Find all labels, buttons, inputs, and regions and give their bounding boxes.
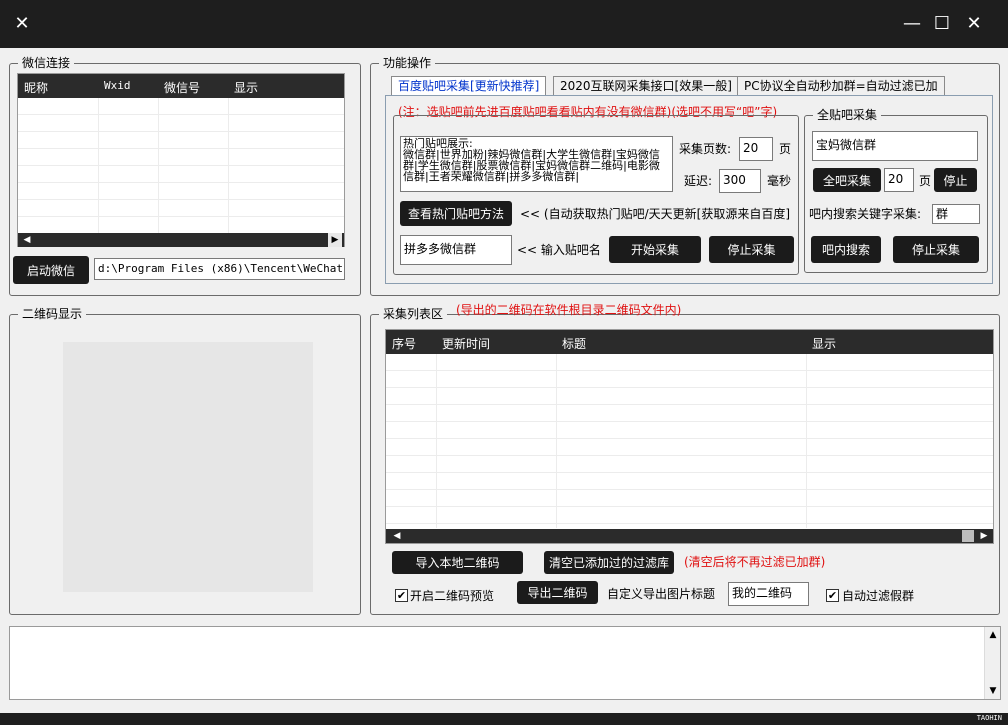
hot-bars-textarea[interactable]: 热门贴吧展示: 微信群|世界加粉|辣妈微信群|大学生微信群|宝妈微信群|学生微信…: [400, 136, 673, 192]
status-bar: TAOHIN: [0, 713, 1008, 725]
export-title-label: 自定义导出图片标题: [607, 587, 716, 601]
scroll-left-icon[interactable]: ◀: [20, 233, 34, 247]
scroll-right-icon[interactable]: ▶: [328, 233, 342, 247]
list-title-note: (导出的二维码在软件根目录二维码文件内): [456, 303, 682, 317]
maximize-icon[interactable]: ☐: [926, 0, 958, 48]
collection-grid-header: 序号 更新时间 标题 显示: [386, 330, 993, 354]
list-group-title: 采集列表区: [379, 307, 448, 321]
start-wechat-button[interactable]: 启动微信: [13, 256, 89, 284]
stop-collect-button[interactable]: 停止采集: [709, 236, 794, 263]
col-update-time: 更新时间: [442, 337, 491, 351]
window-close-icon[interactable]: ✕: [958, 0, 990, 48]
log-vscroll[interactable]: ▲ ▼: [984, 627, 1000, 699]
clear-filter-button[interactable]: 清空已添加过的过滤库: [544, 551, 674, 574]
all-bar-stop-collect-button[interactable]: 停止采集: [893, 236, 979, 263]
all-bar-pages-input[interactable]: 20: [884, 168, 914, 192]
minimize-icon[interactable]: —: [896, 0, 928, 48]
collection-grid-hscroll[interactable]: ◀ ▶: [386, 529, 993, 543]
col-display: 显示: [234, 81, 259, 95]
import-local-qr-button[interactable]: 导入本地二维码: [392, 551, 523, 574]
pages-unit: 页: [779, 142, 792, 156]
close-icon[interactable]: ✕: [6, 0, 38, 48]
scroll-down-icon[interactable]: ▼: [985, 683, 1001, 699]
list-scroll-thumb[interactable]: [962, 530, 974, 542]
scroll-up-icon[interactable]: ▲: [985, 627, 1001, 643]
in-bar-search-button[interactable]: 吧内搜索: [811, 236, 881, 263]
all-bar-collect-button[interactable]: 全吧采集: [813, 168, 881, 192]
wechat-account-grid[interactable]: 昵称 Wxid 微信号 显示 ◀ ▶: [17, 73, 345, 247]
log-textarea[interactable]: ▲ ▼: [9, 626, 1001, 700]
col-nickname: 昵称: [24, 81, 49, 95]
export-title-input[interactable]: 我的二维码: [728, 582, 809, 606]
collection-grid-body: [386, 354, 993, 528]
qr-preview-area: [63, 342, 313, 592]
col-title: 标题: [562, 337, 587, 351]
all-bar-stop-button[interactable]: 停止: [934, 168, 977, 192]
auto-hint-label: << (自动获取热门贴吧/天天更新[获取源来自百度]: [520, 207, 791, 221]
qr-group-title: 二维码显示: [18, 307, 87, 321]
wechat-group-title: 微信连接: [18, 56, 75, 70]
qr-preview-checkbox[interactable]: ✔: [395, 589, 408, 602]
clear-filter-note: (清空后将不再过滤已加群): [684, 555, 826, 569]
col-index: 序号: [392, 337, 417, 351]
delay-input[interactable]: 300: [719, 169, 761, 193]
title-bar: ✕ — ☐ ✕: [0, 0, 1008, 48]
col-show: 显示: [812, 337, 837, 351]
auto-filter-label: 自动过滤假群: [842, 589, 915, 603]
wechat-grid-header: 昵称 Wxid 微信号 显示: [18, 74, 344, 98]
wechat-grid-body: [18, 98, 344, 234]
list-scroll-right-icon[interactable]: ▶: [977, 529, 991, 543]
tab-pc-protocol[interactable]: PC协议全自动秒加群=自动过滤已加: [737, 76, 945, 96]
qr-preview-label: 开启二维码预览: [410, 589, 495, 603]
all-bar-keyword-input[interactable]: 宝妈微信群: [812, 131, 978, 161]
collection-grid[interactable]: 序号 更新时间 标题 显示 ◀ ▶: [385, 329, 994, 544]
col-wxid: Wxid: [104, 79, 131, 92]
wechat-path-input[interactable]: d:\Program Files (x86)\Tencent\WeChat: [94, 258, 345, 280]
export-qr-button[interactable]: 导出二维码: [517, 581, 598, 604]
bar-name-hint: << 输入贴吧名: [517, 243, 601, 257]
brand-label: TAOHIN: [976, 714, 1002, 722]
function-group-title: 功能操作: [379, 56, 436, 70]
view-hot-bars-button[interactable]: 查看热门贴吧方法: [400, 201, 512, 226]
tab-baidu-tieba[interactable]: 百度贴吧采集[更新快推荐]: [391, 76, 547, 96]
in-bar-search-label: 吧内搜索关键字采集:: [809, 207, 922, 221]
pages-input[interactable]: 20: [739, 137, 773, 161]
wechat-grid-hscroll[interactable]: ◀ ▶: [18, 233, 344, 247]
tab-internet-api[interactable]: 2020互联网采集接口[效果一般]: [553, 76, 739, 96]
col-wechat-id: 微信号: [164, 81, 201, 95]
delay-label: 延迟:: [684, 174, 713, 188]
pages-label: 采集页数:: [679, 142, 732, 156]
bar-name-input[interactable]: 拼多多微信群: [400, 235, 512, 265]
in-bar-search-input[interactable]: 群: [932, 204, 980, 224]
all-bar-pages-unit: 页: [919, 174, 932, 188]
auto-filter-checkbox[interactable]: ✔: [826, 589, 839, 602]
list-scroll-left-icon[interactable]: ◀: [390, 529, 404, 543]
delay-unit: 毫秒: [767, 174, 792, 188]
all-bar-group-title: 全贴吧采集: [813, 108, 882, 122]
start-collect-button[interactable]: 开始采集: [609, 236, 701, 263]
